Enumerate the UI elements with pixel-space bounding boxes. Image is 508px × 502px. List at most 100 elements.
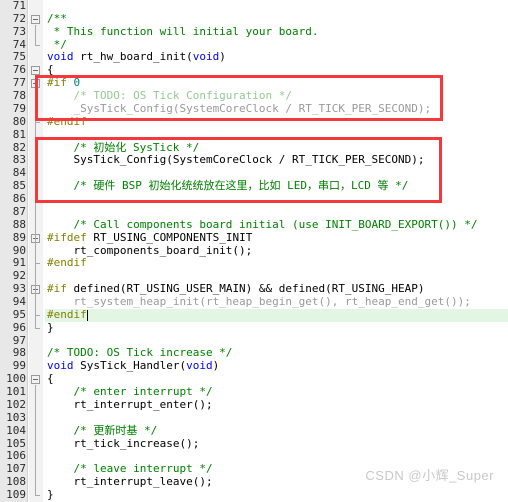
- code-token: /* 硬件 BSP 初始化统统放在这里，比如 LED，串口，LCD 等 */: [47, 179, 409, 193]
- code-token: rt_hw_board_init(: [73, 50, 193, 64]
- code-lines-container[interactable]: 71 72/** 73 * This function will initial y…: [0, 0, 508, 502]
- code-token: void: [186, 359, 213, 373]
- code-line[interactable]: 83 SysTick_Config(SystemCoreClock / RT_T…: [0, 154, 508, 167]
- code-line[interactable]: 99 void SysTick_Handler(void): [0, 359, 508, 373]
- code-line[interactable]: 85 /* 硬件 BSP 初始化统统放在这里，比如 LED，串口，LCD 等 *…: [0, 179, 508, 193]
- code-text[interactable]: void SysTick_Handler(void): [47, 359, 220, 373]
- line-number: 87: [12, 204, 26, 218]
- fold-region-end: [35, 263, 40, 265]
- fold-region-end: [35, 327, 40, 329]
- fold-region-line: [35, 385, 36, 496]
- code-token: * This function will initial your board.: [47, 24, 319, 38]
- code-token: }: [47, 488, 54, 502]
- line-number: 102: [6, 397, 26, 411]
- line-number: 89: [12, 230, 26, 244]
- line-number: 94: [12, 295, 26, 308]
- code-token: /* TODO: OS Tick Configuration */: [47, 89, 293, 103]
- code-token: defined(RT_USING_USER_MAIN) && defined(R…: [66, 282, 425, 296]
- line-number: 72: [12, 11, 26, 25]
- code-text[interactable]: rt_interrupt_leave();: [47, 475, 213, 489]
- fold-region-line: [35, 243, 36, 264]
- code-line[interactable]: 86: [0, 192, 508, 206]
- code-token: SysTick_Config(SystemCoreClock / RT_TICK…: [47, 153, 425, 167]
- fold-region-line: [35, 89, 36, 122]
- code-token: */: [47, 37, 67, 51]
- code-token: _SysTick_Config(SystemCoreClock / RT_TIC…: [47, 101, 432, 115]
- code-text[interactable]: _SysTick_Config(SystemCoreClock / RT_TIC…: [47, 101, 432, 116]
- current-line-highlight: [45, 308, 508, 322]
- code-token: rt_interrupt_leave();: [47, 475, 213, 489]
- fold-region-end: [35, 314, 40, 316]
- code-line[interactable]: 95 #endif: [0, 307, 508, 322]
- code-line[interactable]: 73 * This function will initial your boa…: [0, 24, 508, 39]
- code-line[interactable]: 91 #endif: [0, 256, 508, 270]
- code-token: rt_tick_increase();: [47, 436, 200, 450]
- code-token: void: [47, 359, 74, 373]
- fold-region-end: [35, 121, 40, 123]
- code-token: void: [47, 50, 74, 64]
- code-token: #if: [47, 282, 67, 296]
- fold-toggle-icon[interactable]: [31, 14, 40, 24]
- fold-toggle-icon[interactable]: [31, 66, 40, 76]
- code-text[interactable]: #endif: [47, 256, 87, 270]
- code-token: rt_system_heap_init(rt_heap_begin_get(),…: [47, 295, 471, 308]
- code-token: SysTick_Handler(: [73, 359, 187, 373]
- line-number: 109: [6, 488, 26, 502]
- line-number: 80: [12, 114, 26, 128]
- code-line[interactable]: 71: [0, 0, 508, 13]
- code-line[interactable]: 75 void rt_hw_board_init(void): [0, 51, 508, 64]
- code-token: rt_interrupt_enter();: [47, 397, 213, 411]
- code-token: ): [219, 50, 226, 64]
- line-number: 79: [12, 101, 26, 115]
- line-number: 81: [12, 127, 26, 141]
- code-token: /* TODO: OS Tick increase */: [47, 346, 233, 360]
- line-number: 71: [12, 0, 26, 12]
- line-number: 73: [12, 24, 26, 38]
- fold-region-end: [35, 495, 40, 497]
- code-text[interactable]: /* 硬件 BSP 初始化统统放在这里，比如 LED，串口，LCD 等 */: [47, 179, 409, 193]
- code-text[interactable]: }: [47, 488, 54, 502]
- code-token: 0: [73, 76, 81, 90]
- line-number: 103: [6, 410, 26, 424]
- code-token: /* leave interrupt */: [47, 462, 213, 476]
- fold-region-line: [35, 295, 36, 315]
- code-line[interactable]: 96}: [0, 320, 508, 335]
- line-number: 88: [12, 217, 26, 231]
- code-token: #ifdef: [47, 230, 87, 244]
- code-text[interactable]: * This function will initial your board.: [47, 24, 319, 39]
- code-line[interactable]: 80 #endif: [0, 114, 508, 129]
- text-caret: [86, 309, 88, 321]
- line-number: 104: [6, 423, 26, 437]
- code-token: ): [212, 359, 220, 373]
- code-text[interactable]: rt_tick_increase();: [47, 436, 200, 451]
- code-token: #endif: [47, 307, 87, 321]
- code-text[interactable]: #endif: [47, 114, 87, 129]
- fold-toggle-icon[interactable]: [31, 375, 40, 385]
- fold-region-line: [35, 24, 36, 45]
- line-number: 96: [12, 320, 26, 334]
- code-token: /* Call components board initial (use IN…: [47, 217, 478, 231]
- code-line[interactable]: 102 rt_interrupt_enter();: [0, 397, 508, 412]
- code-text[interactable]: rt_system_heap_init(rt_heap_begin_get(),…: [47, 295, 471, 309]
- code-token: /* 初始化 SysTick */: [47, 140, 200, 154]
- code-text[interactable]: }: [47, 320, 54, 335]
- code-text[interactable]: rt_interrupt_enter();: [47, 397, 213, 412]
- code-text[interactable]: SysTick_Config(SystemCoreClock / RT_TICK…: [47, 153, 425, 167]
- code-token: #endif: [47, 114, 87, 128]
- code-line[interactable]: 109}: [0, 488, 508, 502]
- code-token: void: [192, 50, 220, 64]
- code-token: /* 更新时基 */: [47, 423, 158, 437]
- code-editor[interactable]: 71 72/** 73 * This function will initial y…: [0, 0, 508, 502]
- code-token: #if: [47, 76, 67, 90]
- code-text[interactable]: void rt_hw_board_init(void): [47, 51, 226, 64]
- code-token: #endif: [47, 256, 87, 270]
- code-token: }: [47, 320, 54, 334]
- line-number: 95: [12, 307, 26, 321]
- csdn-watermark: CSDN @小辉_Super: [365, 468, 494, 483]
- code-token: {: [47, 63, 54, 77]
- code-token: /* enter interrupt */: [47, 385, 213, 399]
- code-line[interactable]: 105 rt_tick_increase();: [0, 436, 508, 451]
- code-token: RT_USING_COMPONENTS_INIT: [86, 230, 253, 244]
- code-token: {: [47, 372, 54, 386]
